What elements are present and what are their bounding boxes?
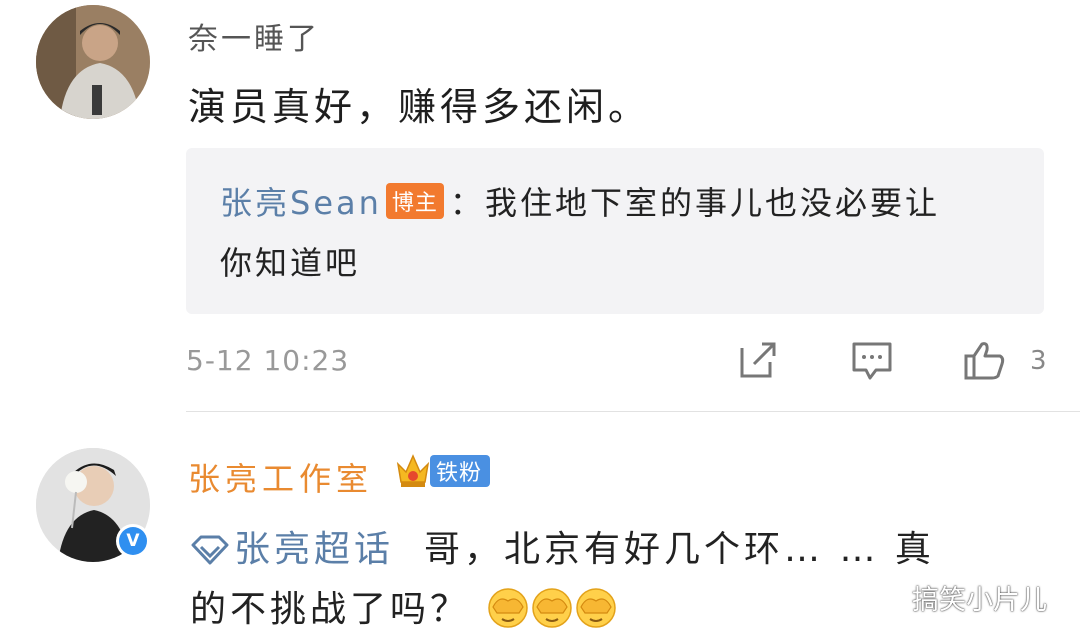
reply-text-continued: 你知道吧: [220, 244, 361, 282]
fan-badge: 铁粉: [430, 455, 491, 487]
comment-timestamp: 5-12 10:23: [186, 344, 350, 377]
avatar-image: [36, 5, 150, 119]
comment-username[interactable]: 张亮工作室: [188, 454, 373, 500]
reply-box[interactable]: 张亮Sean 博主 ：我住地下室的事儿也没必要让 你知道吧: [186, 148, 1044, 314]
comment-text-continued: 的不挑战了吗？: [190, 580, 617, 632]
reply-username[interactable]: 张亮Sean: [220, 184, 382, 222]
watermark-text: 搞笑小片儿: [912, 585, 1047, 616]
verified-v-icon: V: [119, 527, 147, 555]
verified-badge: V: [116, 524, 150, 558]
comment-text-line2: 的不挑战了吗？: [190, 589, 471, 630]
avatar[interactable]: [36, 5, 150, 119]
reply-line: 张亮Sean 博主 ：我住地下室的事儿也没必要让: [220, 178, 940, 224]
comment-username[interactable]: 奈一睡了: [188, 14, 320, 58]
blogger-badge: 博主: [385, 183, 444, 219]
wechat-icon: [866, 582, 905, 612]
share-icon[interactable]: [736, 338, 780, 382]
reply-separator: ：: [449, 184, 485, 222]
comment-text: 演员真好，赚得多还闲。: [188, 85, 651, 129]
comment-icon[interactable]: [850, 338, 894, 382]
divider: [186, 411, 1080, 412]
super-topic-link[interactable]: 张亮超话: [234, 529, 394, 570]
facepalm-emoji: [576, 588, 617, 628]
like-count: 3: [1030, 346, 1047, 376]
thumbs-up-icon[interactable]: [962, 338, 1006, 382]
crown-icon: [396, 454, 430, 487]
comment-text-line1: 哥，北京有好几个环… … 真: [424, 529, 935, 570]
facepalm-emoji: [532, 588, 573, 628]
reply-text: 我住地下室的事儿也没必要让: [484, 184, 940, 222]
super-topic-icon: [191, 535, 229, 565]
comment-text: 张亮超话 哥，北京有好几个环… … 真: [190, 520, 935, 572]
watermark: 搞笑小片儿: [866, 578, 1047, 617]
facepalm-emoji: [488, 588, 529, 628]
